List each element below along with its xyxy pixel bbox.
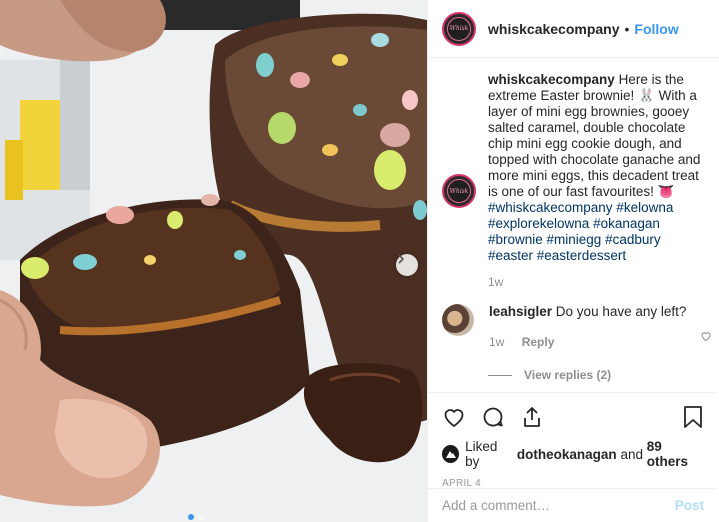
bookmark-icon[interactable]	[682, 405, 704, 429]
like-comment-heart-icon[interactable]	[700, 330, 712, 342]
next-slide-button[interactable]	[396, 254, 418, 276]
liked-by-user[interactable]: dotheokanagan	[517, 447, 617, 462]
post-photo[interactable]	[0, 0, 427, 522]
caption-username[interactable]: whiskcakecompany	[488, 72, 615, 87]
separator-dot: •	[624, 20, 630, 37]
reply-timestamp: 1w	[489, 335, 505, 349]
likes-summary: Liked by dotheokanagan and 89 others	[442, 439, 704, 469]
share-icon[interactable]	[520, 405, 544, 429]
caption-text: Here is the extreme Easter brownie! 🐰 Wi…	[488, 72, 701, 199]
liker-avatar[interactable]	[442, 445, 460, 463]
post-comment-button[interactable]: Post	[675, 498, 704, 513]
likes-count-link[interactable]: 89 others	[647, 439, 704, 469]
caption-hashtags[interactable]: #whiskcakecompany #kelowna #explorekelow…	[488, 200, 673, 263]
comments-list[interactable]: Whisk whiskcakecompany Here is the extre…	[428, 72, 718, 390]
author-username[interactable]: whiskcakecompany	[488, 21, 620, 37]
brownie-image	[0, 0, 427, 522]
caption-comment: Whisk whiskcakecompany Here is the extre…	[442, 72, 704, 290]
liked-by-and: and	[620, 446, 643, 462]
heart-icon[interactable]	[442, 405, 466, 429]
caption-avatar[interactable]: Whisk	[442, 174, 476, 208]
post-header: Whisk whiskcakecompany • Follow	[428, 0, 719, 58]
post-side-panel: Whisk whiskcakecompany • Follow Whisk wh…	[427, 0, 719, 522]
comment-icon[interactable]	[481, 405, 505, 429]
carousel-dot	[198, 514, 204, 520]
avatar-logo-text: Whisk	[449, 187, 469, 195]
avatar-logo-text: Whisk	[449, 25, 469, 32]
add-comment-bar: Post	[428, 488, 718, 522]
mountain-icon	[445, 451, 456, 458]
author-avatar[interactable]: Whisk	[442, 11, 476, 46]
commenter-username[interactable]: leahsigler	[489, 304, 552, 319]
view-replies-link[interactable]: View replies (2)	[488, 368, 704, 382]
reply-comment: leahsigler Do you have any left? 1w Repl…	[442, 304, 704, 350]
caption-timestamp: 1w	[488, 275, 504, 289]
chevron-right-icon	[398, 254, 405, 264]
comment-input[interactable]	[442, 498, 675, 513]
liked-by-prefix: Liked by	[465, 439, 498, 469]
post-actions: Liked by dotheokanagan and 89 others APR…	[428, 392, 718, 489]
reply-text: Do you have any left?	[555, 304, 687, 319]
carousel-indicator	[188, 514, 204, 520]
carousel-dot-active	[188, 514, 194, 520]
follow-button[interactable]: Follow	[634, 21, 678, 37]
reply-button[interactable]: Reply	[522, 335, 555, 349]
commenter-avatar[interactable]	[442, 304, 474, 336]
view-replies-label: View replies (2)	[524, 368, 612, 382]
